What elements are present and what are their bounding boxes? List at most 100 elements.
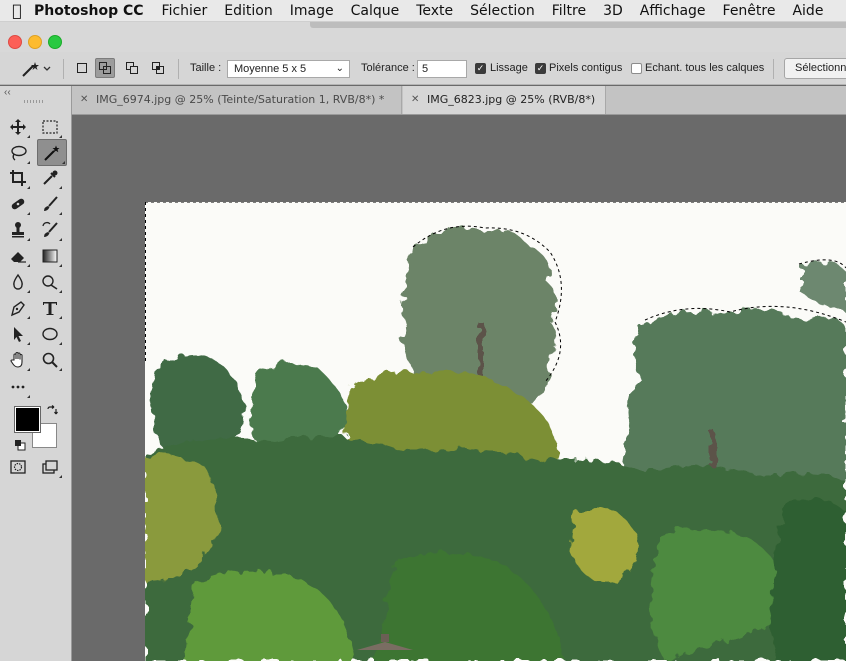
magic-wand-icon bbox=[44, 145, 60, 161]
collapse-panel-icon[interactable]: ‹‹ bbox=[4, 87, 11, 98]
menu-image[interactable]: Image bbox=[290, 3, 334, 19]
move-icon bbox=[10, 119, 26, 135]
options-bar: Taille : Moyenne 5 x 5 ⌄ Tolérance : 5 ✓… bbox=[0, 52, 846, 85]
healing-icon bbox=[11, 198, 25, 210]
minimize-window-button[interactable] bbox=[28, 35, 42, 49]
foreground-color-swatch[interactable] bbox=[14, 406, 41, 433]
lasso-icon bbox=[11, 145, 27, 161]
divider bbox=[63, 59, 64, 79]
menu-affichage[interactable]: Affichage bbox=[640, 3, 706, 19]
pen-tool[interactable] bbox=[5, 296, 31, 320]
eyedropper-tool[interactable] bbox=[37, 166, 63, 190]
screen-mode-button[interactable] bbox=[37, 455, 63, 479]
magic-wand-icon bbox=[22, 62, 51, 77]
default-colors-icon[interactable] bbox=[14, 438, 26, 456]
new-selection-icon bbox=[77, 63, 87, 73]
stamp-icon bbox=[12, 222, 24, 238]
sample-size-select[interactable]: Moyenne 5 x 5 ⌄ bbox=[227, 60, 350, 78]
hand-tool[interactable] bbox=[5, 348, 31, 372]
type-icon bbox=[43, 302, 57, 315]
contiguous-checkbox[interactable]: ✓ bbox=[535, 63, 546, 74]
zoom-tool[interactable] bbox=[37, 348, 63, 372]
tab-label: IMG_6823.jpg @ 25% (RVB/8*) bbox=[427, 93, 596, 106]
menu-selection[interactable]: Sélection bbox=[470, 3, 535, 19]
magic-wand-tool[interactable] bbox=[37, 139, 67, 166]
antialias-label: Lissage bbox=[490, 62, 528, 74]
sample-all-layers-checkbox[interactable] bbox=[631, 63, 642, 74]
contiguous-label: Pixels contigus bbox=[549, 62, 623, 74]
hand-icon bbox=[10, 351, 23, 368]
brush-icon bbox=[44, 196, 58, 211]
type-tool[interactable] bbox=[37, 296, 63, 320]
history-brush-icon bbox=[42, 221, 58, 237]
brush-tool[interactable] bbox=[37, 192, 63, 216]
panel-grip[interactable] bbox=[24, 100, 44, 103]
blur-tool[interactable] bbox=[5, 270, 31, 294]
select-subject-button[interactable]: Sélectionner bbox=[784, 58, 846, 79]
tolerance-input[interactable]: 5 bbox=[417, 60, 467, 78]
divider bbox=[178, 59, 179, 79]
subtract-selection-button[interactable] bbox=[122, 58, 142, 78]
pen-icon bbox=[10, 301, 25, 317]
menu-3d[interactable]: 3D bbox=[603, 3, 623, 19]
tolerance-label: Tolérance : bbox=[361, 62, 415, 74]
zoom-icon bbox=[42, 352, 58, 368]
sample-all-layers-label: Echant. tous les calques bbox=[645, 62, 765, 74]
antialias-checkbox[interactable]: ✓ bbox=[475, 63, 486, 74]
close-window-button[interactable] bbox=[8, 35, 22, 49]
menu-bar:  Photoshop CC Fichier Edition Image Cal… bbox=[0, 0, 846, 22]
eyedropper-icon bbox=[43, 170, 58, 185]
more-tools-icon bbox=[11, 385, 25, 389]
crop-icon bbox=[10, 170, 26, 186]
lasso-tool[interactable] bbox=[5, 141, 31, 165]
clone-stamp-tool[interactable] bbox=[5, 218, 31, 242]
path-selection-tool[interactable] bbox=[5, 322, 31, 346]
zoom-window-button[interactable] bbox=[48, 35, 62, 49]
intersect-selection-icon bbox=[152, 62, 164, 74]
eraser-icon bbox=[11, 252, 26, 263]
menu-calque[interactable]: Calque bbox=[351, 3, 400, 19]
menu-aide[interactable]: Aide bbox=[792, 3, 823, 19]
history-brush-tool[interactable] bbox=[37, 218, 63, 242]
dodge-icon bbox=[42, 275, 58, 290]
healing-tool[interactable] bbox=[5, 192, 31, 216]
more-tools-button[interactable] bbox=[5, 375, 31, 399]
menu-texte[interactable]: Texte bbox=[416, 3, 453, 19]
dodge-tool[interactable] bbox=[37, 270, 63, 294]
crop-tool[interactable] bbox=[5, 166, 31, 190]
intersect-selection-button[interactable] bbox=[148, 58, 168, 78]
ellipse-tool[interactable] bbox=[37, 322, 63, 346]
move-tool[interactable] bbox=[5, 115, 31, 139]
add-to-selection-button[interactable] bbox=[95, 58, 115, 78]
tool-preset-picker[interactable] bbox=[20, 59, 52, 79]
close-tab-icon[interactable]: ✕ bbox=[80, 86, 88, 114]
scroll-track bbox=[310, 22, 846, 28]
screen-mode-icon bbox=[42, 460, 58, 474]
swap-colors-icon[interactable] bbox=[46, 404, 58, 422]
path-select-icon bbox=[14, 327, 23, 342]
add-selection-icon bbox=[99, 62, 111, 74]
menu-edition[interactable]: Edition bbox=[224, 3, 272, 19]
photo-trees-image bbox=[145, 202, 846, 661]
rect-marquee-tool[interactable] bbox=[37, 115, 63, 139]
new-selection-button[interactable] bbox=[72, 58, 92, 78]
apple-icon[interactable]:  bbox=[0, 1, 34, 20]
tab-img-6974[interactable]: ✕ IMG_6974.jpg @ 25% (Teinte/Saturation … bbox=[72, 86, 402, 114]
chevron-down-icon: ⌄ bbox=[335, 63, 344, 74]
close-tab-icon[interactable]: ✕ bbox=[411, 86, 419, 114]
quick-mask-button[interactable] bbox=[5, 455, 31, 479]
sample-size-value: Moyenne 5 x 5 bbox=[234, 63, 307, 75]
eraser-tool[interactable] bbox=[5, 244, 31, 268]
menu-fenetre[interactable]: Fenêtre bbox=[723, 3, 776, 19]
blur-icon bbox=[13, 273, 23, 290]
app-menu[interactable]: Photoshop CC bbox=[34, 3, 144, 19]
tab-img-6823[interactable]: ✕ IMG_6823.jpg @ 25% (RVB/8*) bbox=[403, 86, 606, 114]
menu-fichier[interactable]: Fichier bbox=[162, 3, 208, 19]
menu-filtre[interactable]: Filtre bbox=[552, 3, 586, 19]
document-tab-bar: ✕ IMG_6974.jpg @ 25% (Teinte/Saturation … bbox=[72, 86, 846, 115]
document-canvas[interactable] bbox=[145, 202, 846, 661]
gradient-tool[interactable] bbox=[37, 244, 63, 268]
window-title-bar bbox=[0, 22, 846, 52]
gradient-icon bbox=[42, 249, 58, 263]
divider bbox=[773, 59, 774, 79]
